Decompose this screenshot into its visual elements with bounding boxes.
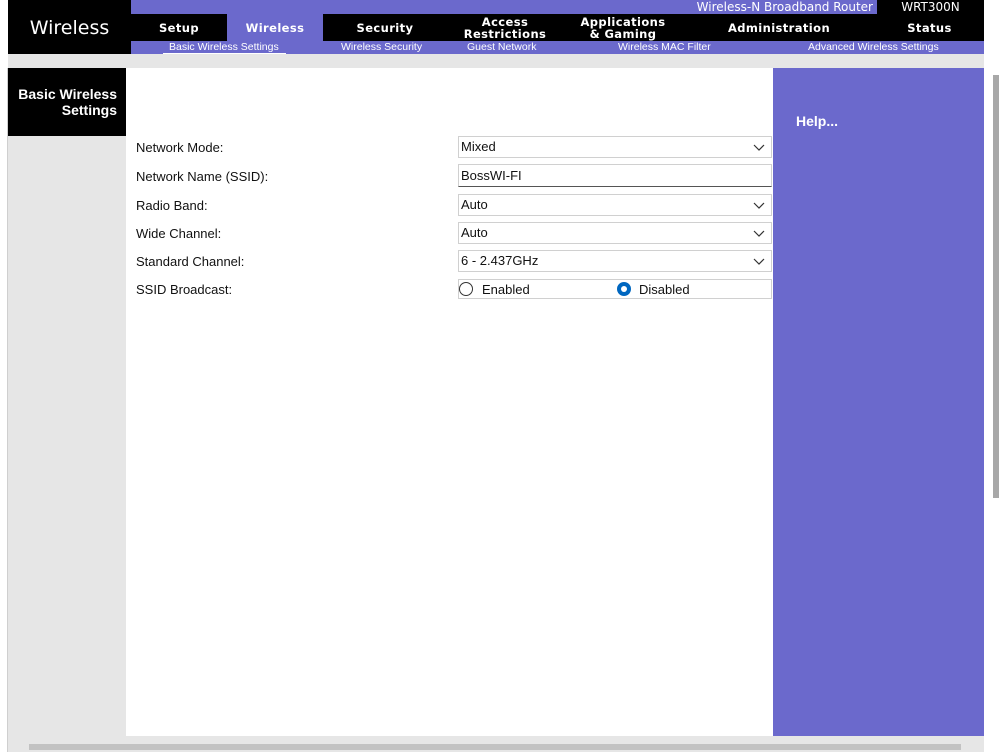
ssid-broadcast-disabled-radio[interactable] <box>617 282 631 296</box>
product-name: Wireless-N Broadband Router <box>696 0 873 14</box>
chevron-down-icon <box>753 230 765 237</box>
wide-channel-label: Wide Channel: <box>136 226 222 241</box>
radio-band-select[interactable]: Auto <box>458 194 772 216</box>
separator-band <box>8 54 984 68</box>
tab-setup[interactable]: Setup <box>131 14 227 41</box>
section-title: Basic Wireless Settings <box>8 68 126 136</box>
vertical-scrollbar[interactable] <box>993 75 999 498</box>
tab-wireless[interactable]: Wireless <box>227 14 323 41</box>
standard-channel-label: Standard Channel: <box>136 254 245 269</box>
product-model: WRT300N <box>901 0 960 14</box>
tab-status[interactable]: Status <box>875 14 984 41</box>
tab-administration[interactable]: Administration <box>683 14 875 41</box>
radio-band-value: Auto <box>461 197 488 212</box>
network-mode-select[interactable]: Mixed <box>458 136 772 158</box>
ssid-broadcast-disabled-label[interactable]: Disabled <box>639 282 690 298</box>
standard-channel-select[interactable]: 6 - 2.437GHz <box>458 250 772 272</box>
tab-security[interactable]: Security <box>323 14 447 41</box>
chevron-down-icon <box>753 258 765 265</box>
subtab-wireless-mac-filter[interactable]: Wireless MAC Filter <box>618 41 711 54</box>
left-border <box>7 68 8 752</box>
radio-band-label: Radio Band: <box>136 198 208 213</box>
chevron-down-icon <box>753 202 765 209</box>
ssid-label: Network Name (SSID): <box>136 169 269 184</box>
ssid-value: BossWI-FI <box>461 168 522 183</box>
horizontal-scrollbar[interactable] <box>29 744 961 750</box>
help-link[interactable]: Help... <box>796 113 838 129</box>
tab-access-restrictions[interactable]: Access Restrictions <box>447 14 563 41</box>
subtab-wireless-security[interactable]: Wireless Security <box>341 41 422 54</box>
left-column <box>8 68 126 736</box>
chevron-down-icon <box>753 144 765 151</box>
wide-channel-value: Auto <box>461 225 488 240</box>
subtab-guest-network[interactable]: Guest Network <box>467 41 536 54</box>
wide-channel-select[interactable]: Auto <box>458 222 772 244</box>
network-mode-label: Network Mode: <box>136 140 224 155</box>
subtab-advanced-wireless-settings[interactable]: Advanced Wireless Settings <box>808 41 939 54</box>
network-mode-value: Mixed <box>461 139 496 154</box>
ssid-broadcast-enabled-radio[interactable] <box>459 282 473 296</box>
ssid-input[interactable]: BossWI-FI <box>458 164 772 187</box>
standard-channel-value: 6 - 2.437GHz <box>461 253 539 268</box>
ssid-broadcast-enabled-label[interactable]: Enabled <box>482 282 530 298</box>
page-title: Wireless <box>29 17 110 39</box>
tab-applications-gaming[interactable]: Applications & Gaming <box>563 14 683 41</box>
ssid-broadcast-label: SSID Broadcast: <box>136 282 233 297</box>
help-panel <box>773 68 984 736</box>
